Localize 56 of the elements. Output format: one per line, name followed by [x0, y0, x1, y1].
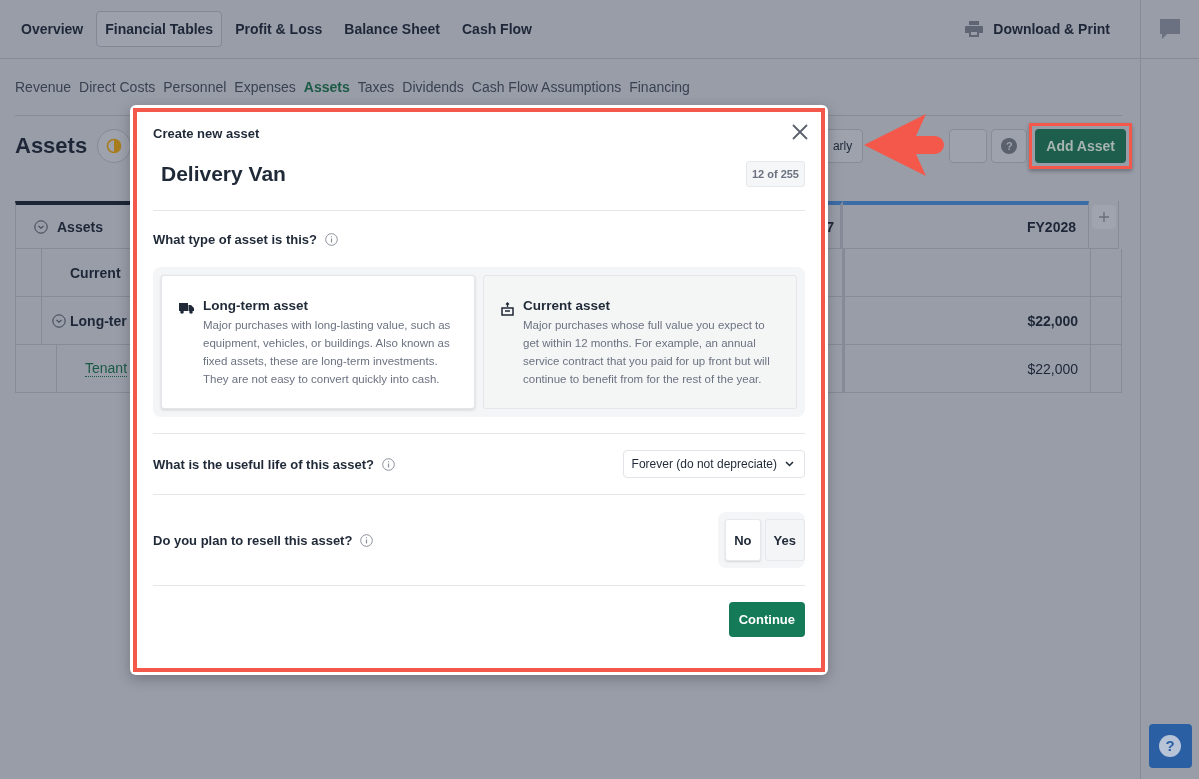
truck-icon: [179, 302, 194, 314]
sub-nav-tab[interactable]: Personnel: [163, 79, 235, 95]
nav-tab[interactable]: Financial Tables: [96, 11, 223, 47]
add-column-button[interactable]: [1091, 205, 1116, 229]
sub-nav-tab[interactable]: Revenue: [7, 79, 80, 95]
nav-tab[interactable]: Profit & Loss: [226, 11, 332, 47]
info-icon[interactable]: [360, 533, 374, 547]
toggle-option[interactable]: No: [725, 519, 761, 561]
sub-nav-tab[interactable]: Dividends: [402, 79, 472, 95]
toggle-option[interactable]: Yes: [764, 519, 805, 561]
option-title: Long-term asset: [203, 298, 310, 313]
help-button[interactable]: ?: [1148, 724, 1192, 768]
box-icon: [501, 302, 514, 316]
close-button[interactable]: [791, 124, 809, 142]
useful-life-dropdown[interactable]: Forever (do not depreciate): [622, 450, 805, 478]
dialog-title: Create new asset: [153, 125, 260, 141]
asset-type-option[interactable]: [161, 275, 475, 409]
question-label: What type of asset is this?: [153, 231, 317, 247]
page-title: Assets: [15, 133, 88, 159]
sub-nav-tab[interactable]: Taxes: [357, 79, 403, 95]
row-label: Long-ter: [70, 312, 127, 329]
plus-icon: [1098, 212, 1109, 222]
chevron-icon[interactable]: [52, 313, 66, 328]
sub-nav-tab[interactable]: Expenses: [234, 79, 304, 95]
contrast-button[interactable]: [97, 129, 132, 163]
info-icon[interactable]: [382, 457, 396, 471]
chevron-icon[interactable]: [34, 219, 48, 234]
row-label: Current: [70, 264, 121, 281]
column-header: FY2028: [843, 201, 1089, 249]
nav-tab[interactable]: Cash Flow: [453, 11, 541, 47]
nav-tab[interactable]: Balance Sheet: [335, 11, 449, 47]
asset-name-field[interactable]: Delivery Van: [153, 162, 561, 186]
sub-nav-tab[interactable]: Direct Costs: [79, 79, 164, 95]
option-title: Current asset: [523, 298, 612, 313]
chevron-down-icon: [785, 461, 794, 467]
option-description: Major purchases whose full value you expect to get within 12 months. For example, an annual service contract that you paid for up front but will continue to benefit from for the rest of the year.: [523, 318, 771, 387]
sub-nav-tab[interactable]: Financing: [629, 79, 698, 95]
table-cell: $22,000: [845, 345, 1092, 393]
chat-icon[interactable]: [1159, 18, 1181, 40]
add-asset-button[interactable]: Add Asset: [1035, 129, 1126, 163]
question-label: Do you plan to resell this asset?: [153, 532, 353, 548]
sub-nav-tab[interactable]: Assets: [303, 79, 358, 95]
help-button[interactable]: ?: [991, 129, 1028, 163]
option-description: Major purchases with long-lasting value, such as equipment, vehicles, or buildings. Also known as fixed assets, these are long-term investments. They are not easy to convert quickly into cash.: [203, 318, 452, 387]
printer-icon: [965, 21, 984, 37]
half-circle-icon: [106, 138, 123, 154]
nav-tab[interactable]: Overview: [12, 11, 93, 47]
question-label: What is the useful life of this asset?: [153, 456, 375, 472]
download-print-button[interactable]: Download & Print: [993, 21, 1110, 37]
table-cell: $22,000: [845, 297, 1092, 345]
asset-type-option[interactable]: [483, 275, 797, 409]
info-icon[interactable]: [325, 232, 338, 246]
sub-nav-tab[interactable]: Cash Flow Assumptions: [471, 79, 630, 95]
row-link[interactable]: Tenant: [85, 360, 128, 377]
character-counter: 12 of 255: [745, 161, 805, 187]
continue-button[interactable]: Continue: [728, 602, 805, 637]
